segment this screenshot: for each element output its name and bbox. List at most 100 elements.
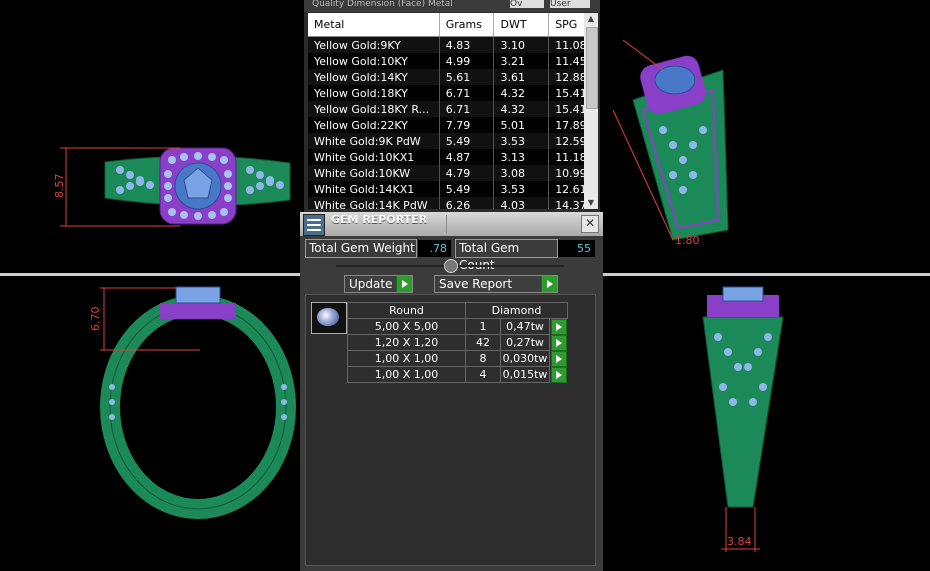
column-header-dwt[interactable]: DWT — [493, 13, 550, 37]
spg-cell: 12.88 — [548, 69, 584, 85]
select-gem-arrow-icon[interactable] — [551, 335, 567, 351]
table-row[interactable]: Yellow Gold:22KY 7.79 5.01 17.89 — [308, 117, 584, 133]
ov-select[interactable]: Ov — [510, 0, 544, 9]
gem-reporter-titlebar[interactable]: GEM REPORTER ✕ — [300, 212, 603, 236]
spg-cell: 11.08 — [548, 36, 584, 53]
grams-cell: 7.79 — [439, 117, 495, 133]
table-row[interactable]: Yellow Gold:10KY 4.99 3.21 11.45 — [308, 53, 584, 69]
dimension-label: 3.84 — [727, 535, 752, 548]
dwt-cell: 4.32 — [493, 101, 550, 117]
dwt-cell: 3.13 — [493, 149, 550, 165]
gem-count-cell: 42 — [465, 334, 501, 351]
column-header-metal[interactable]: Metal — [308, 13, 440, 37]
metal-cell: White Gold:10KX1 — [308, 149, 440, 165]
total-gem-count-label: Total Gem Count — [455, 239, 558, 272]
gem-reporter-title: GEM REPORTER — [331, 213, 428, 226]
viewport-divider-horizontal-right — [603, 273, 930, 276]
grams-cell: 5.61 — [439, 69, 495, 85]
select-gem-arrow-icon[interactable] — [551, 319, 567, 335]
gem-weight-cell: 0,47tw — [500, 318, 550, 335]
close-icon[interactable]: ✕ — [581, 215, 599, 233]
round-diamond-thumbnail-icon[interactable] — [311, 302, 347, 334]
dwt-cell: 4.03 — [493, 197, 550, 209]
metal-cell: White Gold:14KX1 — [308, 181, 440, 197]
metal-cell: White Gold:9K PdW — [308, 133, 440, 149]
table-row[interactable]: White Gold:10KW 4.79 3.08 10.99 — [308, 165, 584, 181]
metal-cell: White Gold:10KW — [308, 165, 440, 181]
table-row[interactable]: Yellow Gold:18KY 6.71 4.32 15.41 — [308, 85, 584, 101]
ring-top-view: 8.57 — [53, 147, 291, 227]
metal-table-scrollbar[interactable]: ▲ ▼ — [584, 13, 598, 209]
gem-size-cell: 1,00 X 1,00 — [347, 366, 466, 383]
grams-cell: 4.83 — [439, 36, 495, 53]
grams-cell: 4.99 — [439, 53, 495, 69]
select-gem-arrow-icon[interactable] — [551, 351, 567, 367]
metal-cell: Yellow Gold:18KY R... — [308, 101, 440, 117]
gem-count-cell: 4 — [465, 366, 501, 383]
gem-count-cell: 1 — [465, 318, 501, 335]
metal-table-container: Metal Grams DWT SPG Yellow Gold:9KY 4.83 3… — [308, 13, 584, 209]
user-select[interactable]: User — [550, 0, 590, 9]
scroll-up-icon[interactable]: ▲ — [584, 13, 598, 25]
play-arrow-icon — [541, 276, 557, 292]
gem-weight-cell: 0,015tw — [500, 366, 550, 383]
scroll-down-icon[interactable]: ▼ — [584, 197, 598, 209]
metal-cell: White Gold:14K PdW — [308, 197, 440, 209]
viewport-bottom-right[interactable]: 3.84 — [603, 277, 930, 571]
panel-splitter-handle[interactable] — [444, 259, 458, 273]
metal-cell: Yellow Gold:9KY — [308, 36, 440, 53]
table-row[interactable]: White Gold:10KX1 4.87 3.13 11.18 — [308, 149, 584, 165]
column-header-grams[interactable]: Grams — [439, 13, 495, 37]
gem-size-cell: 1,00 X 1,00 — [347, 350, 466, 367]
spg-cell: 12.61 — [548, 181, 584, 197]
metal-cell: Yellow Gold:10KY — [308, 53, 440, 69]
ring-side-view: 6.70 — [89, 286, 296, 519]
table-row[interactable]: Yellow Gold:9KY 4.83 3.10 11.08 — [308, 36, 584, 53]
viewport-bottom-left[interactable]: 6.70 — [0, 277, 300, 571]
total-gem-weight-value: .78 — [418, 240, 451, 257]
dwt-cell: 3.53 — [493, 133, 550, 149]
dwt-cell: 3.08 — [493, 165, 550, 181]
table-row[interactable]: White Gold:14KX1 5.49 3.53 12.61 — [308, 181, 584, 197]
ring-perspective-view: 1.80 — [612, 39, 729, 247]
viewport-top-left[interactable]: 8.57 — [0, 0, 300, 273]
spg-cell: 15.41 — [548, 101, 584, 117]
table-row[interactable]: White Gold:9K PdW 5.49 3.53 12.59 — [308, 133, 584, 149]
play-arrow-icon — [396, 276, 412, 292]
grams-cell: 6.71 — [439, 85, 495, 101]
dwt-cell: 3.53 — [493, 181, 550, 197]
dimension-label: 6.70 — [89, 307, 102, 332]
table-row[interactable]: Yellow Gold:18KY R... 6.71 4.32 15.41 — [308, 101, 584, 117]
dwt-cell: 5.01 — [493, 117, 550, 133]
select-gem-arrow-icon[interactable] — [551, 367, 567, 383]
scrollbar-thumb[interactable] — [586, 27, 598, 109]
viewport-top-right[interactable]: 1.80 — [603, 0, 930, 273]
spg-cell: 17.89 — [548, 117, 584, 133]
metal-cell: Yellow Gold:14KY — [308, 69, 440, 85]
save-report-button-label: Save Report — [439, 277, 513, 291]
dwt-cell: 3.61 — [493, 69, 550, 85]
grams-cell: 5.49 — [439, 133, 495, 149]
update-button[interactable]: Update — [344, 275, 413, 293]
grams-cell: 6.71 — [439, 101, 495, 117]
table-row[interactable]: White Gold:14K PdW 6.26 4.03 14.37 — [308, 197, 584, 209]
metal-cell: Yellow Gold:18KY — [308, 85, 440, 101]
gem-reporter-logo-icon — [303, 214, 325, 236]
column-header-spg[interactable]: SPG — [548, 13, 584, 37]
table-row[interactable]: Yellow Gold:14KY 5.61 3.61 12.88 — [308, 69, 584, 85]
spg-cell: 12.59 — [548, 133, 584, 149]
quality-label: Quality Dimension (Face) Metal — [312, 0, 453, 9]
ring-front-view: 3.84 — [702, 286, 784, 552]
dwt-cell: 3.21 — [493, 53, 550, 69]
title-separator — [446, 215, 447, 233]
viewport-divider-horizontal-left — [0, 273, 300, 276]
dwt-cell: 4.32 — [493, 85, 550, 101]
spg-cell: 10.99 — [548, 165, 584, 181]
gem-type-header: Diamond — [465, 302, 568, 319]
metal-weight-panel: Quality Dimension (Face) Metal Ov User M… — [304, 0, 600, 212]
gem-weight-cell: 0,27tw — [500, 334, 550, 351]
save-report-button[interactable]: Save Report — [434, 275, 558, 293]
dimension-label: 1.80 — [675, 234, 700, 247]
spg-cell: 11.45 — [548, 53, 584, 69]
shape-header: Round — [347, 302, 466, 319]
